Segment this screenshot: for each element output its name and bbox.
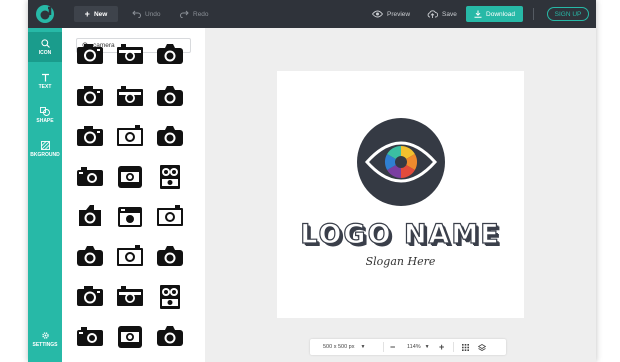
redo-button[interactable]: Redo xyxy=(180,6,209,22)
minus-icon: − xyxy=(390,342,396,352)
icon-panel xyxy=(62,28,205,362)
grid-icon xyxy=(462,343,469,351)
logo-maker-app: + New Undo Redo Preview Save Download SI… xyxy=(28,0,596,362)
camera-icon[interactable] xyxy=(154,162,186,192)
download-label: Download xyxy=(486,10,515,18)
top-toolbar: + New Undo Redo Preview Save Download SI… xyxy=(28,0,596,28)
sidebar-item-label: SETTINGS xyxy=(32,341,58,348)
chevron-down-icon: ▼ xyxy=(424,344,430,350)
undo-icon xyxy=(132,10,141,18)
toolbar-divider xyxy=(533,8,534,20)
camera-icon[interactable] xyxy=(114,40,146,70)
logo-artboard[interactable]: LOGO NAME Slogan Here xyxy=(277,71,524,318)
camera-icon[interactable] xyxy=(114,322,146,352)
camera-icon[interactable] xyxy=(114,162,146,192)
camera-icon[interactable] xyxy=(154,282,186,312)
redo-label: Redo xyxy=(193,10,209,18)
save-label: Save xyxy=(442,10,457,18)
signup-button[interactable]: SIGN UP xyxy=(547,7,589,21)
search-icon xyxy=(40,38,50,48)
sidebar-item-settings[interactable]: SETTINGS xyxy=(28,324,62,354)
eye-icon[interactable] xyxy=(357,118,445,206)
text-icon xyxy=(41,73,49,81)
save-button[interactable]: Save xyxy=(427,6,457,22)
camera-icon[interactable] xyxy=(154,122,186,152)
camera-icon[interactable] xyxy=(74,122,106,152)
camera-icon[interactable] xyxy=(114,202,146,232)
sidebar-item-label: BKGROUND xyxy=(30,151,60,158)
camera-icon[interactable] xyxy=(154,40,186,70)
zoom-out-button[interactable]: − xyxy=(390,339,395,355)
canvas-area: LOGO NAME Slogan Here 500 x 500 px ▼ − 1… xyxy=(205,28,596,362)
camera-icon[interactable] xyxy=(154,202,186,232)
canvas-controls: 500 x 500 px ▼ − 114% ▼ + xyxy=(310,339,506,355)
chevron-down-icon: ▼ xyxy=(360,344,366,350)
sidebar: ICON TEXT SHAPE BKGROUND SETTINGS xyxy=(28,28,62,362)
download-icon xyxy=(474,10,482,18)
layers-button[interactable] xyxy=(478,339,486,355)
grid-toggle-button[interactable] xyxy=(462,339,469,355)
camera-icon[interactable] xyxy=(114,122,146,152)
sidebar-item-label: SHAPE xyxy=(36,117,54,124)
camera-icon[interactable] xyxy=(74,242,106,272)
canvas-size-value: 500 x 500 px xyxy=(323,344,355,350)
camera-icon[interactable] xyxy=(154,82,186,112)
download-button[interactable]: Download xyxy=(466,6,523,22)
zoom-select[interactable]: 114% ▼ xyxy=(407,339,430,355)
preview-label: Preview xyxy=(387,10,411,18)
new-button[interactable]: + New xyxy=(74,6,118,22)
cloud-upload-icon xyxy=(427,10,438,18)
plus-icon: + xyxy=(439,342,445,352)
sidebar-item-label: ICON xyxy=(38,49,52,56)
sidebar-item-background[interactable]: BKGROUND xyxy=(28,134,62,164)
sidebar-item-label: TEXT xyxy=(38,83,52,90)
logo-name-text[interactable]: LOGO NAME xyxy=(277,218,524,250)
shapes-icon xyxy=(40,106,50,116)
camera-icon[interactable] xyxy=(74,202,106,232)
gear-icon xyxy=(41,331,49,339)
eye-icon xyxy=(372,10,383,18)
preview-button[interactable]: Preview xyxy=(372,6,410,22)
controls-divider xyxy=(453,342,454,352)
slogan-text[interactable]: Slogan Here xyxy=(277,255,524,268)
plus-icon: + xyxy=(84,8,90,19)
sidebar-item-icon[interactable]: ICON xyxy=(28,32,62,62)
zoom-value: 114% xyxy=(407,344,421,350)
zoom-in-button[interactable]: + xyxy=(439,339,444,355)
camera-icon[interactable] xyxy=(74,282,106,312)
camera-icon[interactable] xyxy=(154,242,186,272)
camera-icon[interactable] xyxy=(74,322,106,352)
canvas-size-select[interactable]: 500 x 500 px ▼ xyxy=(323,339,365,355)
camera-icon[interactable] xyxy=(114,282,146,312)
new-label: New xyxy=(93,10,108,18)
app-logo[interactable] xyxy=(35,4,55,24)
undo-label: Undo xyxy=(145,10,161,18)
camera-icon[interactable] xyxy=(114,242,146,272)
signup-label: SIGN UP xyxy=(554,10,582,18)
controls-divider xyxy=(383,342,384,352)
sidebar-item-text[interactable]: TEXT xyxy=(28,66,62,96)
camera-icon[interactable] xyxy=(114,82,146,112)
camera-icon[interactable] xyxy=(74,82,106,112)
sidebar-item-shape[interactable]: SHAPE xyxy=(28,100,62,130)
camera-icon[interactable] xyxy=(74,162,106,192)
camera-icon[interactable] xyxy=(154,322,186,352)
camera-icon[interactable] xyxy=(74,40,106,70)
layers-icon xyxy=(478,343,486,351)
redo-icon xyxy=(180,10,189,18)
undo-button[interactable]: Undo xyxy=(132,6,161,22)
background-icon xyxy=(40,140,50,150)
